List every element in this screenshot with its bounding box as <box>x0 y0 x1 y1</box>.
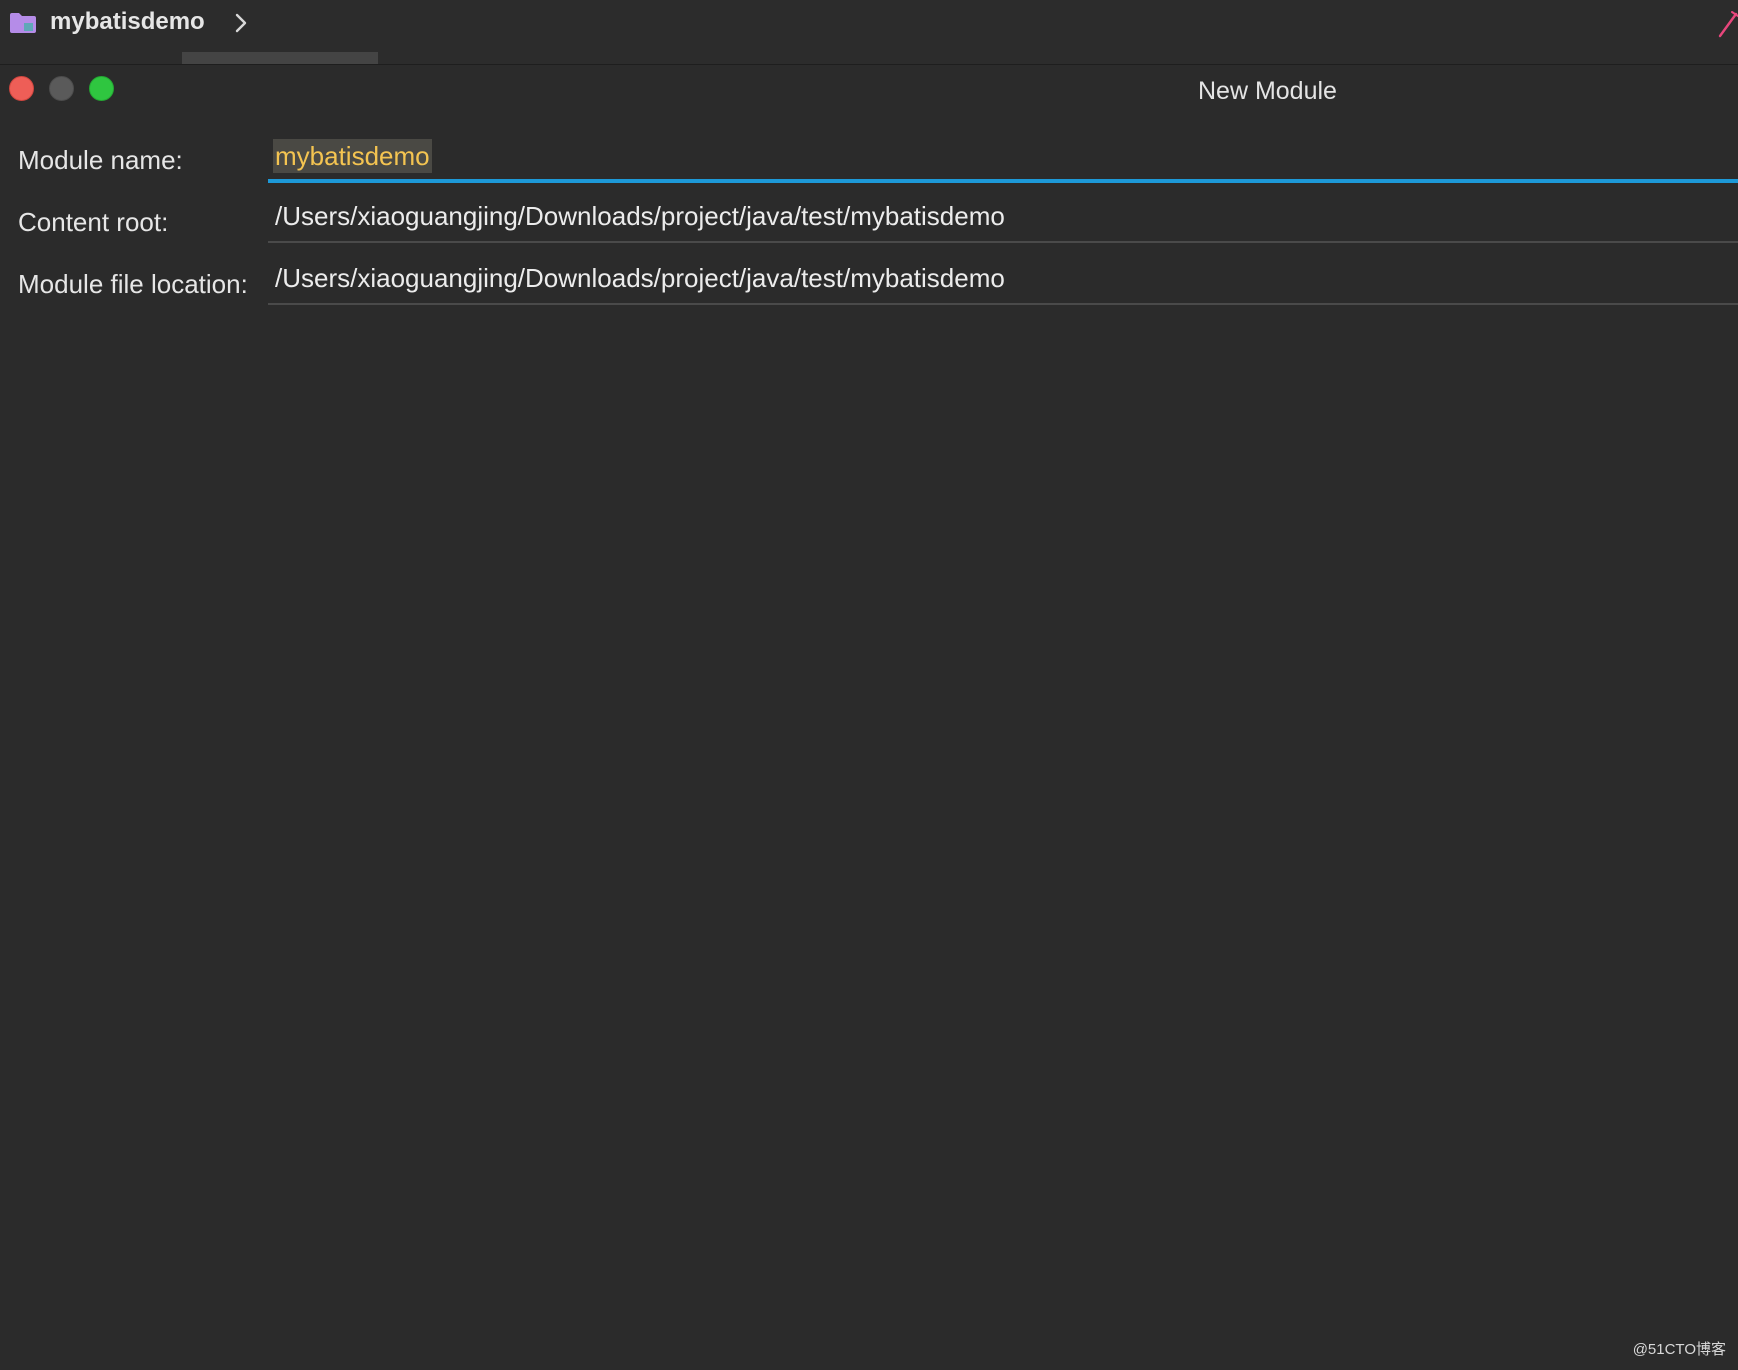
watermark: @51CTO博客 <box>1632 1341 1726 1358</box>
breadcrumb-project-label[interactable]: mybatisdemo <box>50 6 205 38</box>
window-minimize-button[interactable] <box>49 76 74 101</box>
navigation-bar: mybatisdemo <box>0 0 1738 65</box>
module-file-location-label: Module file location: <box>18 269 248 299</box>
window-title-bar: New Module <box>0 65 1738 115</box>
dialog-title: New Module <box>1198 77 1337 105</box>
module-name-field[interactable]: mybatisdemo <box>268 133 1738 183</box>
content-root-label: Content root: <box>18 207 169 237</box>
module-name-label: Module name: <box>18 145 183 175</box>
content-root-value[interactable]: /Users/xiaoguangjing/Downloads/project/j… <box>275 199 1005 233</box>
module-file-location-field[interactable]: /Users/xiaoguangjing/Downloads/project/j… <box>268 255 1738 305</box>
window-maximize-button[interactable] <box>89 76 114 101</box>
module-file-location-value[interactable]: /Users/xiaoguangjing/Downloads/project/j… <box>275 261 1005 295</box>
window-close-button[interactable] <box>9 76 34 101</box>
module-name-value[interactable]: mybatisdemo <box>273 139 432 173</box>
new-module-dialog: mybatisdemo New Module Module name: myba… <box>0 0 1738 1370</box>
content-root-field[interactable]: /Users/xiaoguangjing/Downloads/project/j… <box>268 193 1738 243</box>
breadcrumb-scrollbar[interactable] <box>182 52 378 64</box>
